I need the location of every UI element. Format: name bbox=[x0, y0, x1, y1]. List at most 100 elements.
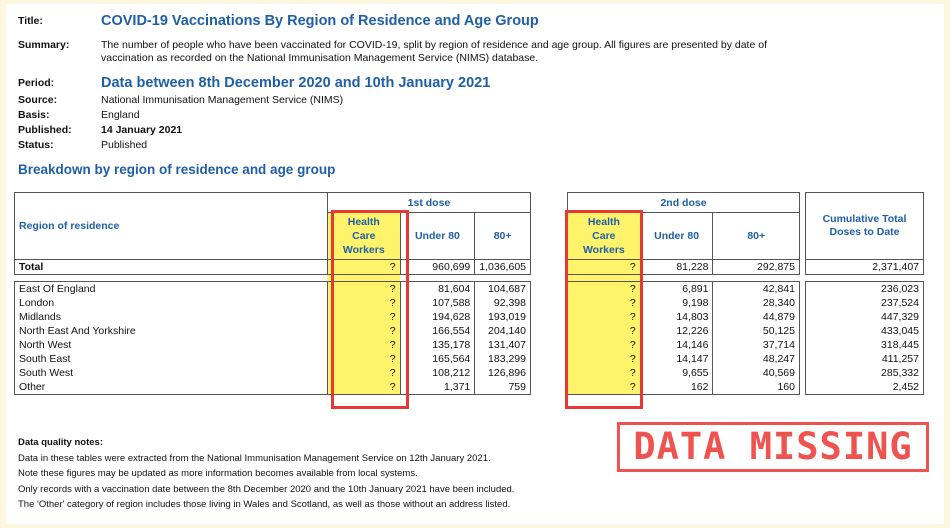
d1-hcw-cell: ? bbox=[326, 380, 401, 395]
d1-under80-cell: 81,604 bbox=[399, 281, 476, 296]
basis-value: England bbox=[101, 109, 140, 121]
table-row: 447,329 bbox=[805, 310, 924, 324]
dose2-under80-header: Under 80 bbox=[639, 212, 714, 260]
region-name: North West bbox=[14, 338, 328, 352]
d2-under80-cell: 14,146 bbox=[639, 338, 714, 352]
cumulative-cell: 433,045 bbox=[805, 324, 924, 338]
table-row: 318,445 bbox=[805, 338, 924, 352]
source-value: National Immunisation Management Service… bbox=[101, 94, 344, 106]
note-line: The 'Other' category of region includes … bbox=[18, 499, 511, 510]
d1-under80-cell: 1,371 bbox=[399, 380, 476, 395]
cumulative-cell: 447,329 bbox=[805, 310, 924, 324]
d2-hcw-cell: ? bbox=[567, 324, 641, 338]
data-missing-stamp: DATA MISSING bbox=[617, 422, 929, 472]
title-key: Title: bbox=[18, 15, 43, 27]
d2-80plus-cell: 48,247 bbox=[712, 352, 800, 366]
total-cumulative: 2,371,407 bbox=[805, 259, 924, 275]
d2-hcw-cell: ? bbox=[567, 281, 641, 296]
dose2-hcw-header: Health Care Workers bbox=[567, 212, 641, 260]
d1-under80-cell: 108,212 bbox=[399, 366, 476, 380]
d2-hcw-cell: ? bbox=[567, 366, 641, 380]
table-row: East Of England? 81,604 104,687 bbox=[14, 281, 531, 296]
d1-hcw-cell: ? bbox=[326, 352, 401, 366]
document-sheet: Title: COVID-19 Vaccinations By Region o… bbox=[6, 4, 944, 524]
region-header: Region of residence bbox=[19, 220, 120, 232]
d1-hcw-cell: ? bbox=[326, 281, 401, 296]
d1-under80-cell: 166,554 bbox=[399, 324, 476, 338]
d2-under80-cell: 162 bbox=[639, 380, 714, 395]
d1-under80-cell: 165,564 bbox=[399, 352, 476, 366]
d1-under80-cell: 107,588 bbox=[399, 296, 476, 310]
table-row: Other? 1,371 759 bbox=[14, 380, 531, 395]
region-name: North East And Yorkshire bbox=[14, 324, 328, 338]
total-row-cumulative: 2,371,407 bbox=[805, 259, 924, 275]
source-key: Source: bbox=[18, 94, 58, 106]
d1-80plus-cell: 204,140 bbox=[474, 324, 531, 338]
d1-80plus-cell: 759 bbox=[474, 380, 531, 395]
table-row: ? 14,147 48,247 bbox=[567, 352, 800, 366]
table-row: 411,257 bbox=[805, 352, 924, 366]
d2-80plus-cell: 37,714 bbox=[712, 338, 800, 352]
d2-under80-cell: 14,803 bbox=[639, 310, 714, 324]
d2-80plus-cell: 160 bbox=[712, 380, 800, 395]
d2-hcw-cell: ? bbox=[567, 380, 641, 395]
region-name: South East bbox=[14, 352, 328, 366]
d2-hcw-cell: ? bbox=[567, 296, 641, 310]
d1-hcw-cell: ? bbox=[326, 296, 401, 310]
region-name: Midlands bbox=[14, 310, 328, 324]
d1-hcw-cell: ? bbox=[326, 310, 401, 324]
d1-80plus-cell: 126,896 bbox=[474, 366, 531, 380]
table-row: South East? 165,564 183,299 bbox=[14, 352, 531, 366]
region-name: London bbox=[14, 296, 328, 310]
d1-hcw-cell: ? bbox=[326, 366, 401, 380]
d1-hcw-cell: ? bbox=[326, 338, 401, 352]
d2-under80-cell: 6,891 bbox=[639, 281, 714, 296]
table-row: North West? 135,178 131,407 bbox=[14, 338, 531, 352]
dose2-header: 2nd dose bbox=[567, 192, 800, 213]
d1-80plus-cell: 104,687 bbox=[474, 281, 531, 296]
table-row: 285,332 bbox=[805, 366, 924, 380]
d2-under80-cell: 9,655 bbox=[639, 366, 714, 380]
d2-hcw-cell: ? bbox=[567, 352, 641, 366]
dose1-hcw-header: Health Care Workers bbox=[326, 212, 401, 260]
d1-under80-cell: 135,178 bbox=[399, 338, 476, 352]
d2-80plus-cell: 42,841 bbox=[712, 281, 800, 296]
status-value: Published bbox=[101, 139, 148, 151]
cumulative-cell: 285,332 bbox=[805, 366, 924, 380]
status-key: Status: bbox=[18, 139, 54, 151]
total-d2-under80: 81,228 bbox=[639, 259, 714, 275]
note-line: Data in these tables were extracted from… bbox=[18, 452, 491, 464]
d2-80plus-cell: 28,340 bbox=[712, 296, 800, 310]
d1-80plus-cell: 193,019 bbox=[474, 310, 531, 324]
d2-under80-cell: 14,147 bbox=[639, 352, 714, 366]
basis-key: Basis: bbox=[18, 109, 50, 121]
d2-hcw-cell: ? bbox=[567, 338, 641, 352]
summary-key: Summary: bbox=[18, 39, 70, 51]
dose1-under80-header: Under 80 bbox=[399, 212, 476, 260]
first-dose-table: Region of residence 1st dose Health Care W… bbox=[14, 192, 532, 395]
table-row: London? 107,588 92,398 bbox=[14, 296, 531, 310]
d2-80plus-cell: 44,879 bbox=[712, 310, 800, 324]
table-row: South West? 108,212 126,896 bbox=[14, 366, 531, 380]
table-row: 2,452 bbox=[805, 380, 924, 395]
total-d2-hcw: ? bbox=[567, 259, 641, 275]
total-d2-80plus: 292,875 bbox=[712, 259, 800, 275]
table-row: North East And Yorkshire? 166,554 204,140 bbox=[14, 324, 531, 338]
note-line: Note these figures may be updated as mor… bbox=[18, 468, 418, 479]
region-name: South West bbox=[14, 366, 328, 380]
published-key: Published: bbox=[18, 124, 72, 136]
d1-80plus-cell: 92,398 bbox=[474, 296, 531, 310]
table-row: ? 14,146 37,714 bbox=[567, 338, 800, 352]
cumulative-cell: 236,023 bbox=[805, 281, 924, 296]
total-d1-hcw: ? bbox=[326, 259, 401, 275]
cumulative-cell: 237,524 bbox=[805, 296, 924, 310]
d1-hcw-cell: ? bbox=[326, 324, 401, 338]
d1-80plus-cell: 131,407 bbox=[474, 338, 531, 352]
cumulative-header: Cumulative Total Doses to Date bbox=[805, 192, 924, 260]
page-title: COVID-19 Vaccinations By Region of Resid… bbox=[101, 13, 539, 29]
summary-line-1: The number of people who have been vacci… bbox=[101, 39, 767, 51]
dose2-80plus-header: 80+ bbox=[712, 212, 800, 260]
second-dose-table: 2nd dose Health Care Workers Under 80 80+ … bbox=[567, 192, 800, 395]
cumulative-cell: 411,257 bbox=[805, 352, 924, 366]
total-d1-under80: 960,699 bbox=[399, 259, 476, 275]
